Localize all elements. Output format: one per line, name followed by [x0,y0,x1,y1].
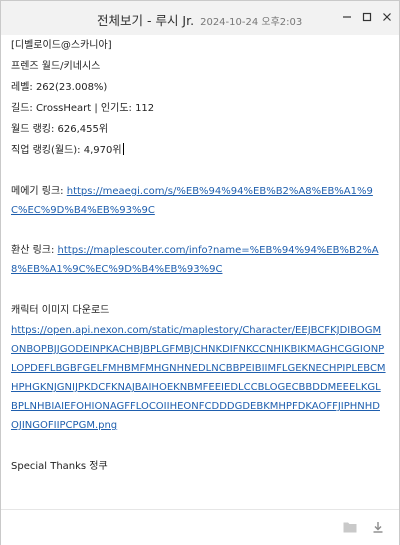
open-folder-button[interactable] [342,519,358,535]
close-icon [383,13,391,21]
maplescouter-link[interactable]: https://maplescouter.com/info?name=%EB%9… [11,245,379,275]
window-title: 전체보기 - 루시 Jr. [97,13,195,28]
level-line: 레벨: 262(23.008%) [11,82,108,93]
minimize-icon [343,16,351,18]
folder-icon [343,522,357,533]
meaegi-link-line: 메에기 링크: https://meaegi.com/s/%EB%94%94%E… [11,182,387,220]
minimize-button[interactable] [337,7,357,27]
guild-popularity-line: 길드: CrossHeart | 인기도: 112 [11,103,155,114]
maximize-button[interactable] [357,7,377,27]
special-thanks-line: Special Thanks 정쿠 [11,461,108,472]
title-bar[interactable]: 전체보기 - 루시 Jr. 2024-10-24 오후2:03 [1,1,399,35]
world-class-line: 프렌즈 월드/키네시스 [11,61,101,72]
job-ranking-text: 직업 랭킹(월드): 4,970위 [11,145,122,156]
message-body[interactable]: [디벨로이드@스카니아] 프렌즈 월드/키네시스 레벨: 262(23.008%… [11,35,387,477]
maplescouter-link-line: 환산 링크: https://maplescouter.com/info?nam… [11,241,387,279]
character-image-label: 캐릭터 이미지 다운로드 [11,305,110,316]
message-window: 전체보기 - 루시 Jr. 2024-10-24 오후2:03 [디벨로이드@스카… [0,0,400,545]
job-ranking-line: 직업 랭킹(월드): 4,970위 [11,140,387,161]
bottom-toolbar [1,509,399,545]
text-cursor [122,143,124,155]
meaegi-link-label: 메에기 링크: [11,186,64,197]
download-icon [373,522,383,533]
message-timestamp: 2024-10-24 오후2:03 [200,17,303,28]
maplescouter-link-label: 환산 링크: [11,245,55,256]
character-image-line: https://open.api.nexon.com/static/maples… [11,321,387,435]
maximize-icon [362,12,372,22]
close-button[interactable] [377,7,397,27]
character-name-line: [디벨로이드@스카니아] [11,40,112,51]
character-image-link[interactable]: https://open.api.nexon.com/static/maples… [11,325,386,431]
meaegi-link[interactable]: https://meaegi.com/s/%EB%94%94%EB%B2%A8%… [11,186,373,216]
world-ranking-line: 월드 랭킹: 626,455위 [11,124,109,135]
download-button[interactable] [370,519,386,535]
window-title-area: 전체보기 - 루시 Jr. 2024-10-24 오후2:03 [97,10,302,29]
